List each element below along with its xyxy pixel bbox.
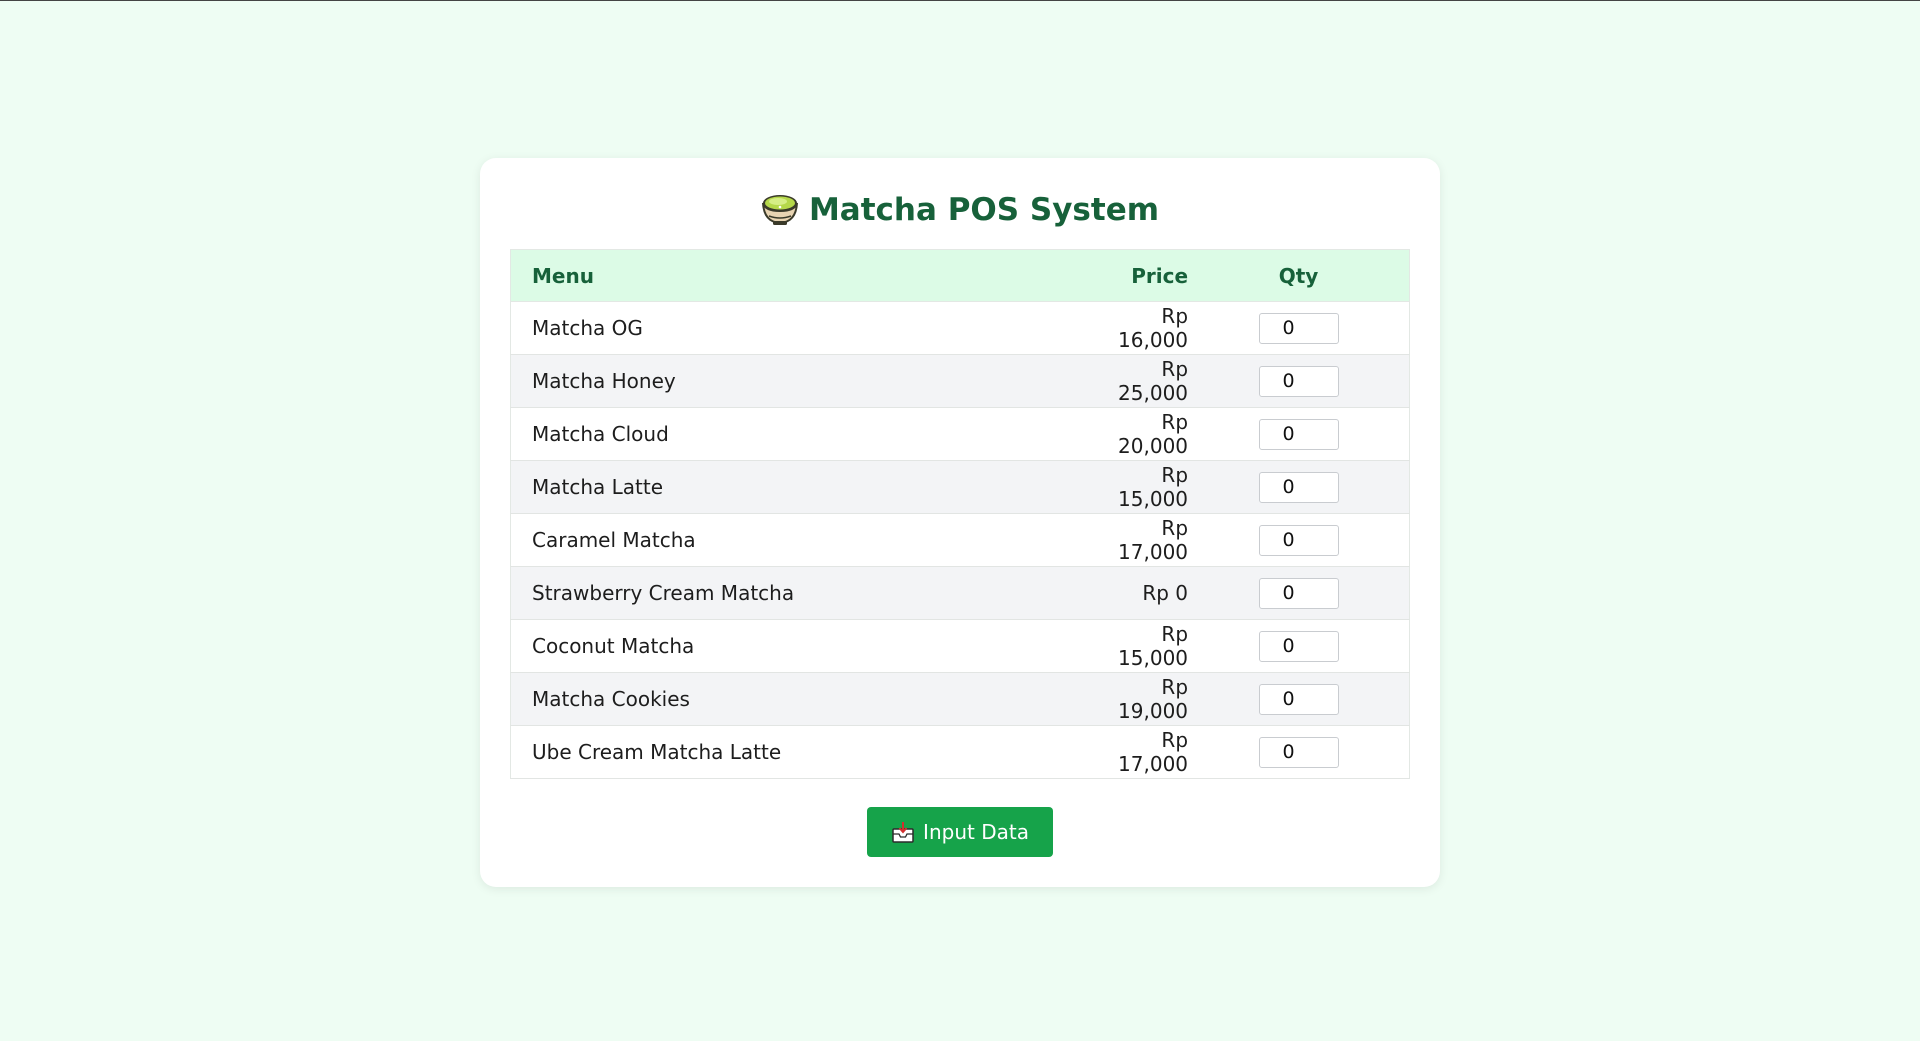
matcha-bowl-icon: [761, 194, 798, 225]
column-header-qty: Qty: [1188, 249, 1410, 302]
price-cell: Rp 17,000: [1115, 513, 1189, 567]
qty-input[interactable]: [1258, 418, 1339, 450]
pos-card: Matcha POS System Menu Price Qty Matcha …: [480, 158, 1440, 887]
qty-cell: [1188, 566, 1410, 620]
qty-input[interactable]: [1258, 577, 1339, 609]
table-header-row: Menu Price Qty: [510, 249, 1410, 302]
price-cell: Rp 20,000: [1115, 407, 1189, 461]
menu-cell: Matcha Honey: [510, 354, 1116, 408]
table-row: Ube Cream Matcha Latte Rp 17,000: [510, 725, 1410, 779]
menu-cell: Caramel Matcha: [510, 513, 1116, 567]
table-row: Matcha Latte Rp 15,000: [510, 460, 1410, 514]
qty-cell: [1188, 301, 1410, 355]
qty-cell: [1188, 513, 1410, 567]
menu-cell: Strawberry Cream Matcha: [510, 566, 1116, 620]
price-cell: Rp 15,000: [1115, 619, 1189, 673]
menu-cell: Coconut Matcha: [510, 619, 1116, 673]
menu-cell: Matcha OG: [510, 301, 1116, 355]
table-row: Matcha Honey Rp 25,000: [510, 354, 1410, 408]
column-header-price: Price: [1115, 249, 1189, 302]
input-data-label: Input Data: [923, 820, 1029, 844]
menu-cell: Matcha Cookies: [510, 672, 1116, 726]
page-title: Matcha POS System: [480, 188, 1440, 232]
input-data-button[interactable]: Input Data: [867, 807, 1053, 857]
qty-cell: [1188, 725, 1410, 779]
table-row: Matcha Cloud Rp 20,000: [510, 407, 1410, 461]
menu-cell: Matcha Latte: [510, 460, 1116, 514]
qty-input[interactable]: [1258, 365, 1339, 397]
title-text: Matcha POS System: [808, 192, 1160, 228]
qty-cell: [1188, 672, 1410, 726]
qty-cell: [1188, 460, 1410, 514]
qty-input[interactable]: [1258, 524, 1339, 556]
table-row: Strawberry Cream Matcha Rp 0: [510, 566, 1410, 620]
table-row: Coconut Matcha Rp 15,000: [510, 619, 1410, 673]
inbox-tray-icon: [892, 822, 914, 843]
qty-cell: [1188, 619, 1410, 673]
menu-cell: Matcha Cloud: [510, 407, 1116, 461]
price-cell: Rp 16,000: [1115, 301, 1189, 355]
qty-input[interactable]: [1258, 471, 1339, 503]
column-header-menu: Menu: [510, 249, 1116, 302]
table-row: Caramel Matcha Rp 17,000: [510, 513, 1410, 567]
price-cell: Rp 17,000: [1115, 725, 1189, 779]
menu-table: Menu Price Qty Matcha OG Rp 16,000 Match…: [510, 249, 1410, 779]
table-row: Matcha OG Rp 16,000: [510, 301, 1410, 355]
qty-input[interactable]: [1258, 736, 1339, 768]
qty-input[interactable]: [1258, 312, 1339, 344]
menu-cell: Ube Cream Matcha Latte: [510, 725, 1116, 779]
price-cell: Rp 25,000: [1115, 354, 1189, 408]
qty-cell: [1188, 407, 1410, 461]
qty-cell: [1188, 354, 1410, 408]
price-cell: Rp 15,000: [1115, 460, 1189, 514]
price-cell: Rp 19,000: [1115, 672, 1189, 726]
table-row: Matcha Cookies Rp 19,000: [510, 672, 1410, 726]
qty-input[interactable]: [1258, 630, 1339, 662]
price-cell: Rp 0: [1115, 566, 1189, 620]
qty-input[interactable]: [1258, 683, 1339, 715]
